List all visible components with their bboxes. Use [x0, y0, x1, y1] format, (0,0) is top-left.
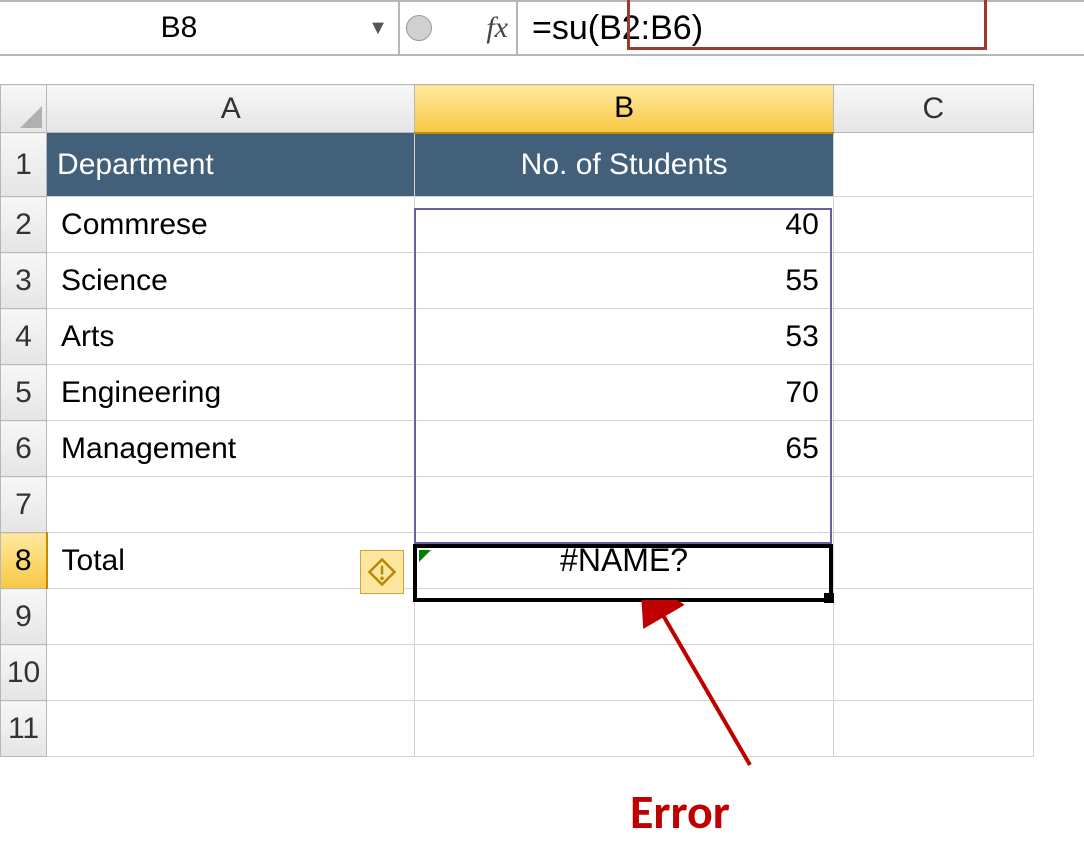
- select-all-corner[interactable]: [1, 85, 47, 133]
- warning-icon: [367, 557, 397, 587]
- annotation-label: Error: [630, 782, 730, 841]
- row-header-11[interactable]: 11: [1, 701, 47, 757]
- cell-b5[interactable]: 70: [415, 365, 833, 421]
- cell-b3[interactable]: 55: [415, 253, 833, 309]
- cell-b6[interactable]: 65: [415, 421, 833, 477]
- row-header-7[interactable]: 7: [1, 477, 47, 533]
- cell-b4[interactable]: 53: [415, 309, 833, 365]
- cell-b9[interactable]: [415, 589, 833, 645]
- row-header-10[interactable]: 10: [1, 645, 47, 701]
- cell-c8[interactable]: [833, 533, 1033, 589]
- formula-bar: B8 ▼ fx: [0, 0, 1084, 56]
- row-header-9[interactable]: 9: [1, 589, 47, 645]
- cell-c2[interactable]: [833, 197, 1033, 253]
- cell-a2[interactable]: Commrese: [47, 197, 415, 253]
- name-box[interactable]: B8 ▼: [0, 2, 400, 54]
- cell-b11[interactable]: [415, 701, 833, 757]
- cell-a4[interactable]: Arts: [47, 309, 415, 365]
- column-header-c[interactable]: C: [833, 85, 1033, 133]
- header-students[interactable]: No. of Students: [415, 133, 833, 197]
- column-header-b[interactable]: B: [415, 85, 833, 133]
- cell-a5[interactable]: Engineering: [47, 365, 415, 421]
- cell-b2[interactable]: 40: [415, 197, 833, 253]
- cell-a10[interactable]: [47, 645, 415, 701]
- cell-c5[interactable]: [833, 365, 1033, 421]
- row-header-6[interactable]: 6: [1, 421, 47, 477]
- row-header-4[interactable]: 4: [1, 309, 47, 365]
- row-header-5[interactable]: 5: [1, 365, 47, 421]
- column-header-a[interactable]: A: [47, 85, 415, 133]
- cell-c7[interactable]: [833, 477, 1033, 533]
- cell-a7[interactable]: [47, 477, 415, 533]
- formula-input[interactable]: [518, 2, 1084, 54]
- cell-b8[interactable]: #NAME?: [415, 533, 833, 589]
- cell-c11[interactable]: [833, 701, 1033, 757]
- row-header-8[interactable]: 8: [1, 533, 47, 589]
- row-header-2[interactable]: 2: [1, 197, 47, 253]
- cell-c3[interactable]: [833, 253, 1033, 309]
- cell-c6[interactable]: [833, 421, 1033, 477]
- cell-b10[interactable]: [415, 645, 833, 701]
- cell-a11[interactable]: [47, 701, 415, 757]
- error-smart-tag[interactable]: [360, 550, 404, 594]
- name-box-value: B8: [0, 11, 358, 45]
- cell-c1[interactable]: [833, 133, 1033, 197]
- row-header-1[interactable]: 1: [1, 133, 47, 197]
- spreadsheet-grid[interactable]: A B C 1 Department No. of Students 2 Com…: [0, 84, 1034, 757]
- cell-a6[interactable]: Management: [47, 421, 415, 477]
- header-department[interactable]: Department: [47, 133, 415, 197]
- cell-a9[interactable]: [47, 589, 415, 645]
- cell-c10[interactable]: [833, 645, 1033, 701]
- fx-icon[interactable]: fx: [438, 2, 518, 54]
- row-header-3[interactable]: 3: [1, 253, 47, 309]
- cell-b7[interactable]: [415, 477, 833, 533]
- cell-c9[interactable]: [833, 589, 1033, 645]
- cell-a3[interactable]: Science: [47, 253, 415, 309]
- chevron-down-icon[interactable]: ▼: [358, 16, 398, 40]
- cell-c4[interactable]: [833, 309, 1033, 365]
